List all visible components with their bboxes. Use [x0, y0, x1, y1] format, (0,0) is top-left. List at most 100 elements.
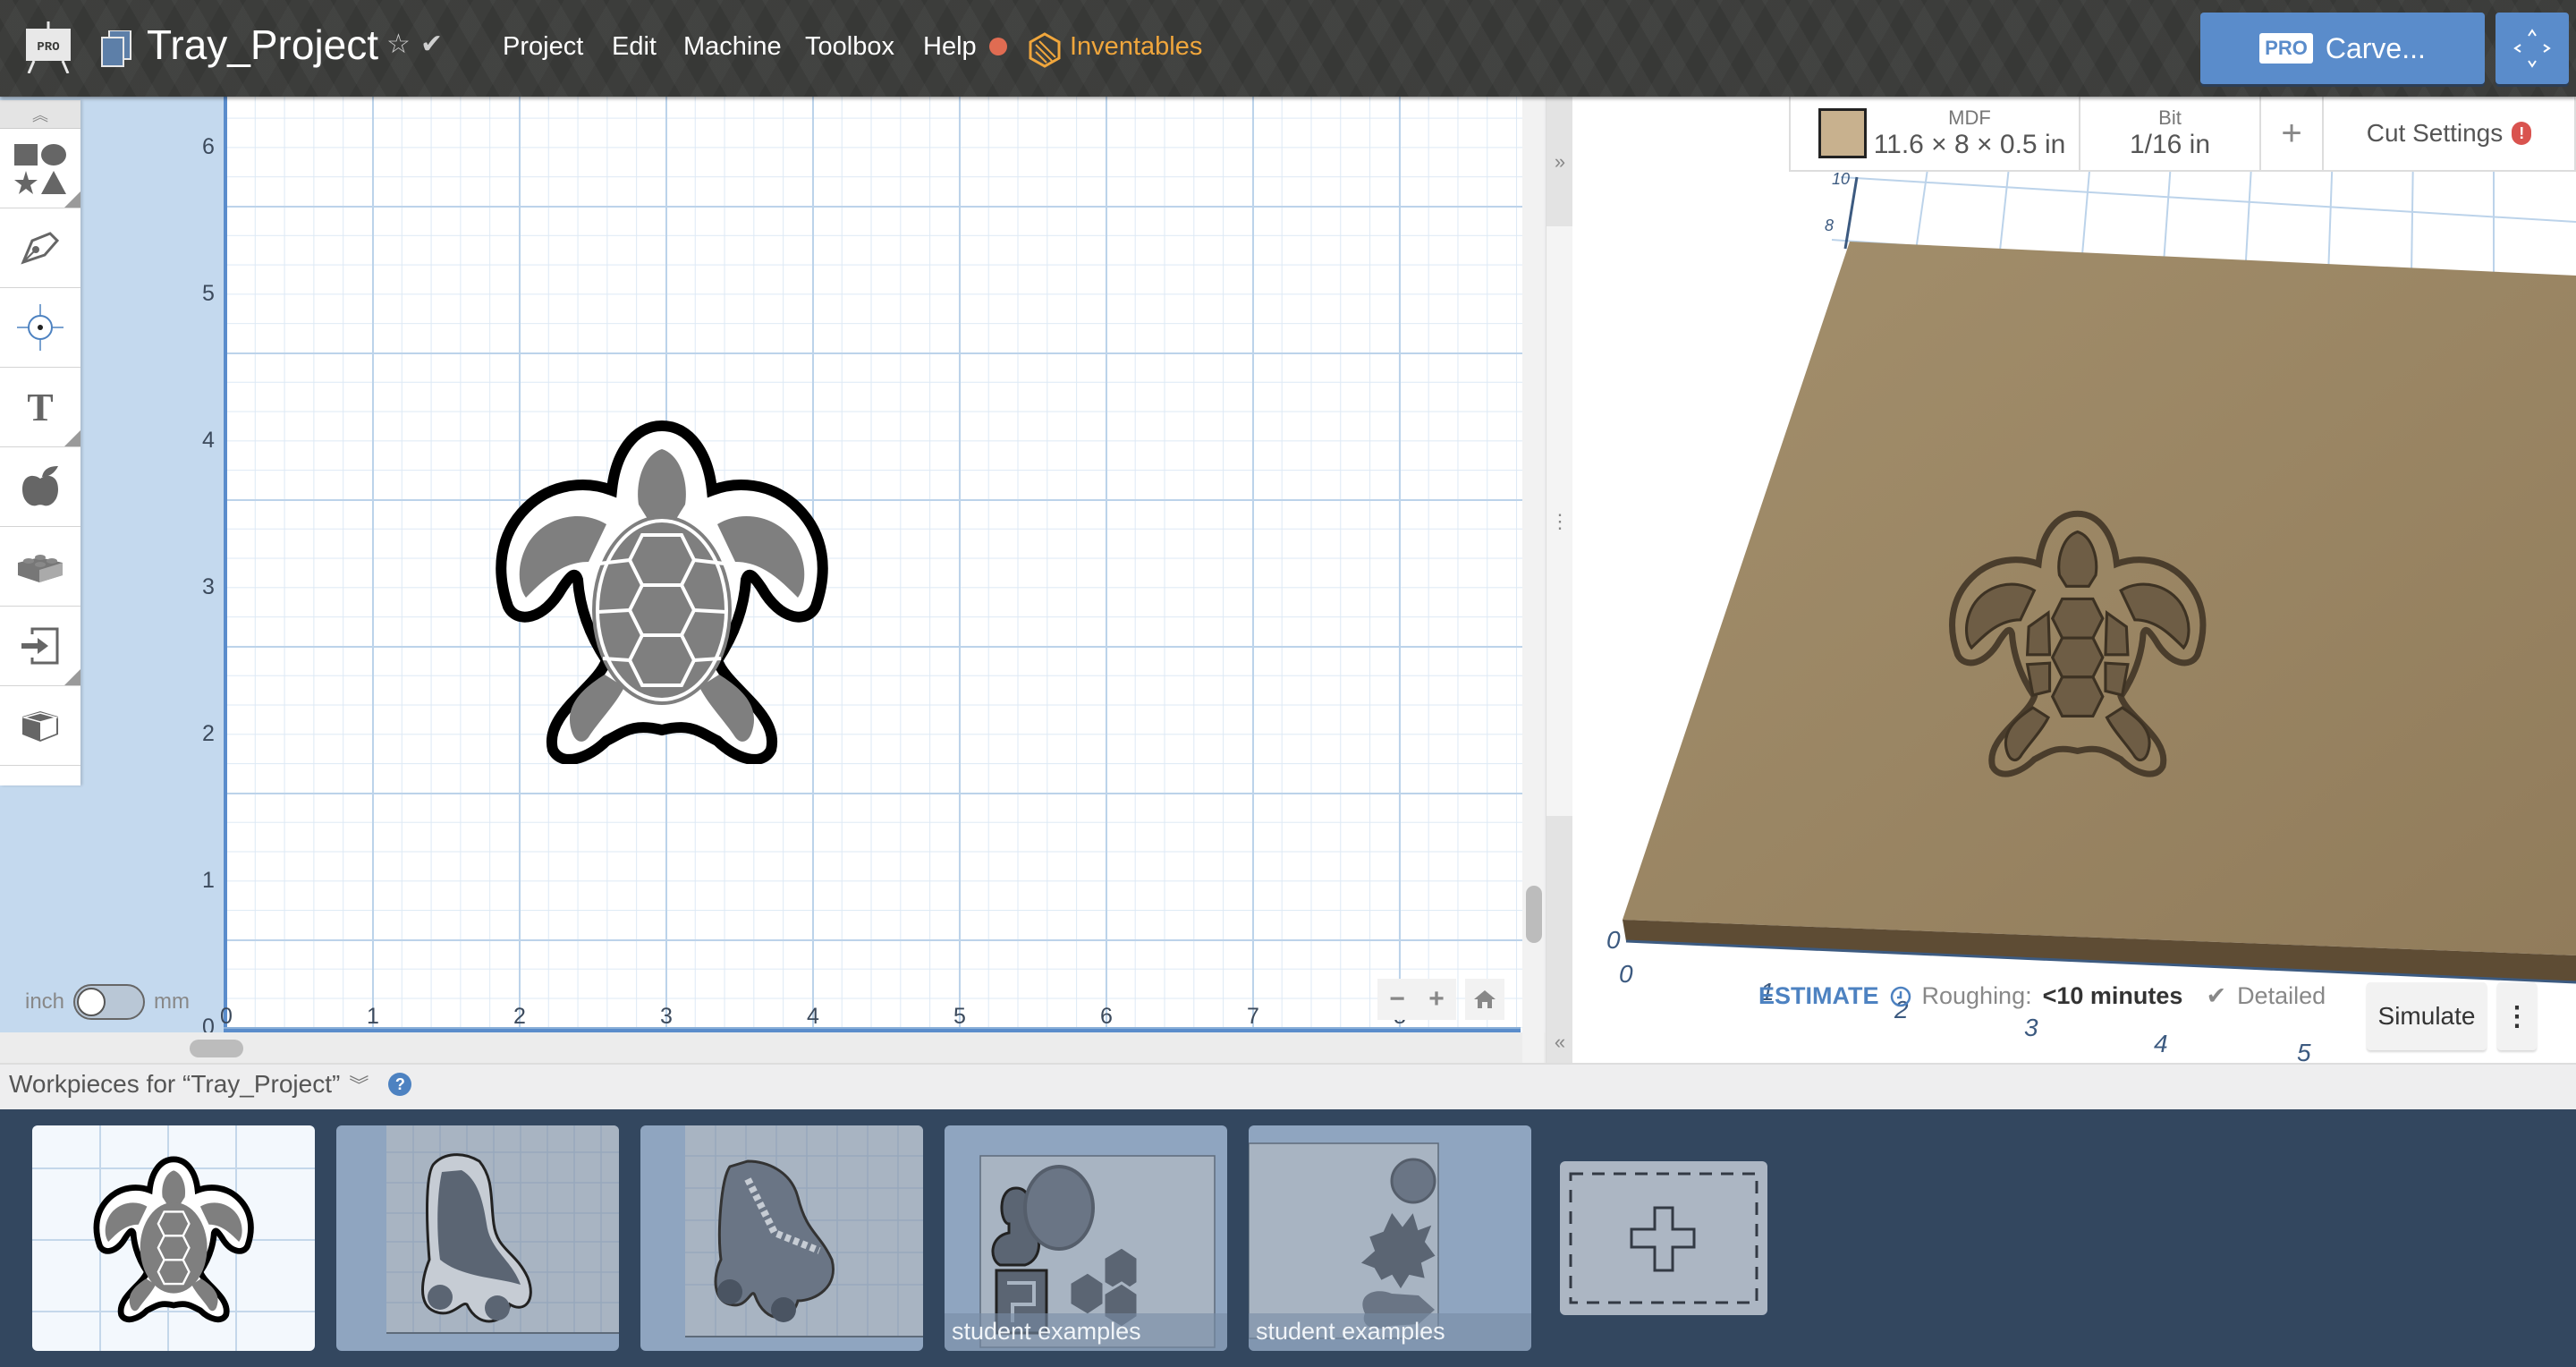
- x-tick-7: 7: [1247, 1004, 1259, 1029]
- bit-label: Bit: [2158, 106, 2182, 129]
- material-selector[interactable]: MDF 11.6 × 8 × 0.5 in: [1791, 97, 2080, 170]
- panel-splitter[interactable]: » ⋮ «: [1546, 97, 1573, 1063]
- y-axis: [224, 97, 227, 1032]
- workpiece-card-student-examples-2[interactable]: student examples: [1249, 1125, 1531, 1351]
- carve-button[interactable]: PRO Carve...: [2200, 13, 2485, 84]
- workpiece-card-roller-skate[interactable]: [336, 1125, 619, 1351]
- 3d-scene: 0 0 1 2 3 4 5 8 10: [1606, 149, 2576, 1063]
- apple-icon: [22, 466, 58, 506]
- x-tick-3: 3: [660, 1004, 673, 1029]
- material-name: MDF: [1948, 106, 1991, 129]
- estimate-bar: ESTIMATE Roughing: <10 minutes ✔ Detaile…: [1758, 982, 2326, 1010]
- cut-settings-button[interactable]: Cut Settings !: [2324, 97, 2574, 170]
- project-title[interactable]: Tray_Project: [147, 20, 378, 70]
- shapes-icon: [14, 144, 66, 194]
- toolbar-point[interactable]: [0, 288, 80, 368]
- submenu-indicator: [64, 669, 80, 685]
- design-canvas[interactable]: [225, 97, 1522, 1032]
- collapse-toolbar-button[interactable]: ︽: [0, 100, 80, 129]
- more-options-button[interactable]: ⋮: [2497, 982, 2537, 1050]
- detailed-label[interactable]: Detailed: [2237, 982, 2326, 1010]
- y-tick-4: 4: [202, 428, 215, 453]
- top-bar: PRO Tray_Project ☆ ✔ Project Edit Machin…: [0, 0, 2576, 97]
- estimate-label[interactable]: ESTIMATE: [1758, 982, 1879, 1010]
- 3d-x-tick-5: 5: [2297, 1039, 2311, 1063]
- add-workpiece-icon: [1569, 1172, 1758, 1304]
- menu-toolbox[interactable]: Toolbox: [805, 29, 894, 64]
- vertical-scroll-thumb[interactable]: [1526, 886, 1542, 943]
- cut-settings-label: Cut Settings: [2366, 119, 2504, 147]
- expand-left-button[interactable]: «: [1546, 816, 1573, 1063]
- help-icon[interactable]: ?: [388, 1073, 412, 1096]
- toolbar-icon-library[interactable]: [0, 447, 80, 527]
- workpieces-title-row: Workpieces for “Tray_Project” ︾ ?: [9, 1070, 412, 1099]
- menu-edit[interactable]: Edit: [612, 29, 657, 64]
- roughing-label: Roughing:: [1921, 982, 2032, 1009]
- pro-badge: PRO: [2259, 33, 2313, 64]
- add-workpiece-button[interactable]: [1560, 1161, 1767, 1315]
- workpieces-title[interactable]: Workpieces for “Tray_Project”: [9, 1070, 340, 1099]
- inventables-logo-icon[interactable]: [1029, 32, 1061, 68]
- switch-knob: [77, 988, 106, 1016]
- submenu-indicator: [64, 191, 80, 208]
- bit-selector[interactable]: Bit 1/16 in: [2080, 97, 2261, 170]
- design-toolbar: ︽ T: [0, 100, 80, 785]
- menu-help[interactable]: Help: [923, 29, 977, 64]
- menu-machine[interactable]: Machine: [683, 29, 782, 64]
- y-tick-3: 3: [202, 574, 215, 599]
- zoom-controls: − +: [1377, 979, 1456, 1020]
- expand-right-button[interactable]: »: [1546, 97, 1573, 226]
- add-bit-button[interactable]: +: [2261, 97, 2324, 170]
- warning-icon: !: [2512, 122, 2532, 145]
- toolbar-shapes[interactable]: [0, 129, 80, 208]
- inventables-link[interactable]: Inventables: [1070, 29, 1202, 64]
- 3d-y-tick-10: 10: [1832, 170, 1850, 188]
- toolbar-import[interactable]: [0, 607, 80, 686]
- detailed-check-icon: ✔: [2206, 982, 2227, 1009]
- horizontal-scroll-thumb[interactable]: [190, 1040, 243, 1057]
- workpiece-caption: student examples: [1249, 1313, 1531, 1351]
- workpiece-card-sea-turtle[interactable]: [32, 1125, 315, 1351]
- reset-view-button[interactable]: [1465, 979, 1504, 1020]
- 3d-x-tick-0: 0: [1619, 960, 1633, 988]
- toolbar-text[interactable]: T: [0, 368, 80, 447]
- projects-icon[interactable]: [100, 30, 132, 68]
- toolbar-apps[interactable]: [0, 527, 80, 607]
- home-icon: [1474, 990, 1496, 1008]
- menu-project[interactable]: Project: [503, 29, 583, 64]
- workpiece-caption: student examples: [945, 1313, 1227, 1351]
- bit-size: 1/16 in: [2129, 130, 2211, 159]
- fullscreen-button[interactable]: [2496, 13, 2569, 84]
- cube-icon: [21, 711, 59, 742]
- sea-turtle-design[interactable]: [490, 419, 834, 764]
- x-tick-5: 5: [953, 1004, 966, 1029]
- pen-tool-icon: [21, 232, 60, 265]
- star-icon[interactable]: ☆: [386, 29, 411, 60]
- toolbar-pen[interactable]: [0, 208, 80, 288]
- workpiece-thumbnail: [685, 1125, 923, 1337]
- submenu-indicator: [64, 430, 80, 446]
- 3d-y-tick-8: 8: [1825, 217, 1834, 234]
- x-tick-1: 1: [367, 1004, 379, 1029]
- workpiece-card-student-examples-1[interactable]: student examples: [945, 1125, 1227, 1351]
- unit-inch-label[interactable]: inch: [25, 989, 64, 1015]
- zoom-in-button[interactable]: +: [1428, 984, 1445, 1015]
- double-chevron-down-icon[interactable]: ︾: [349, 1070, 369, 1099]
- carve-label: Carve...: [2325, 31, 2426, 64]
- x-tick-2: 2: [513, 1004, 526, 1029]
- workpiece-thumbnail: [32, 1125, 315, 1351]
- toolbar-3d[interactable]: [0, 686, 80, 766]
- easel-pro-logo-icon[interactable]: PRO: [23, 21, 73, 73]
- workpiece-card-roller-skates-pair[interactable]: [640, 1125, 923, 1351]
- notification-dot: [989, 38, 1007, 55]
- y-tick-2: 2: [202, 721, 215, 746]
- grip-icon: ⋮: [1550, 510, 1570, 532]
- simulate-button[interactable]: Simulate: [2367, 982, 2487, 1050]
- double-chevron-right-icon: »: [1554, 149, 1566, 173]
- unit-switch[interactable]: [73, 984, 146, 1020]
- zoom-out-button[interactable]: −: [1389, 984, 1405, 1015]
- drag-handle[interactable]: ⋮: [1546, 226, 1573, 817]
- 3d-y-axis: [1843, 176, 1859, 250]
- unit-mm-label[interactable]: mm: [154, 989, 190, 1015]
- 3d-preview[interactable]: 0 0 1 2 3 4 5 8 10: [1572, 97, 2576, 1063]
